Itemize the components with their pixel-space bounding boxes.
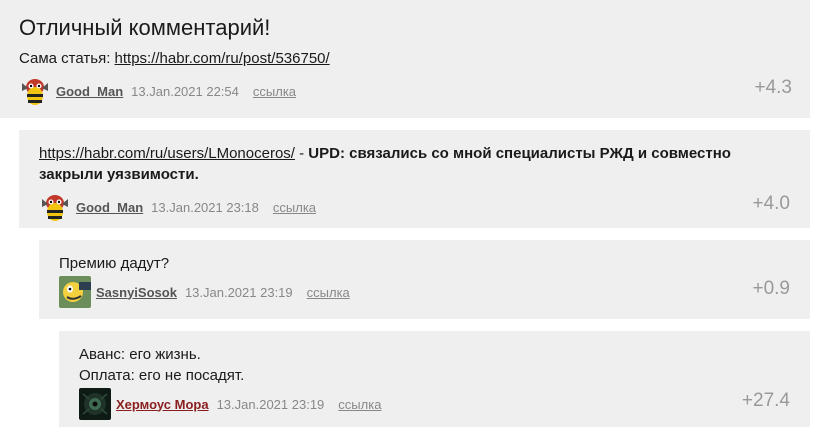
article-link[interactable]: https://habr.com/ru/post/536750/ bbox=[115, 50, 330, 67]
comment-meta: Good_Man 13.Jan.2021 22:54 ссылка +4.3 bbox=[19, 75, 792, 107]
comment-body: Аванс: его жизнь. Оплата: его не посадят… bbox=[79, 344, 790, 386]
comment-line: Аванс: его жизнь. bbox=[79, 346, 201, 363]
comment-date: 13.Jan.2021 23:18 bbox=[151, 199, 259, 215]
comment: Отличный комментарий! Сама статья: https… bbox=[0, 0, 810, 118]
comment-score: +4.0 bbox=[752, 193, 790, 214]
comment-title: Отличный комментарий! bbox=[19, 15, 271, 40]
username-link[interactable]: Good_Man bbox=[76, 200, 143, 215]
comment-text: Премию дадут? bbox=[59, 255, 170, 272]
permalink[interactable]: ссылка bbox=[273, 200, 316, 215]
permalink[interactable]: ссылка bbox=[307, 285, 350, 300]
user-profile-link[interactable]: https://habr.com/ru/users/LMonoceros/ bbox=[39, 145, 295, 162]
comment-score: +4.3 bbox=[754, 77, 792, 98]
comment-meta: Good_Man 13.Jan.2021 23:18 ссылка +4.0 bbox=[39, 191, 790, 223]
hornet-avatar-icon[interactable] bbox=[19, 75, 51, 107]
comment-meta: SasnyiSosok 13.Jan.2021 23:19 ссылка +0.… bbox=[59, 276, 790, 308]
username-link[interactable]: Good_Man bbox=[56, 84, 123, 99]
comment: https://habr.com/ru/users/LMonoceros/ - … bbox=[19, 130, 810, 228]
permalink[interactable]: ссылка bbox=[253, 84, 296, 99]
comment-line: Оплата: его не посадят. bbox=[79, 367, 245, 384]
comment: Аванс: его жизнь. Оплата: его не посадят… bbox=[59, 331, 810, 427]
eye-avatar-icon[interactable] bbox=[79, 388, 111, 420]
comment-date: 13.Jan.2021 23:19 bbox=[184, 284, 293, 300]
username-link[interactable]: SasnyiSosok bbox=[96, 285, 177, 300]
comment-text: Сама статья: bbox=[19, 50, 115, 67]
comment-date: 13.Jan.2021 23:19 bbox=[216, 396, 325, 412]
cartoon-avatar-icon[interactable] bbox=[59, 276, 91, 308]
permalink[interactable]: ссылка bbox=[338, 397, 381, 412]
comment-meta: Хермоус Мора 13.Jan.2021 23:19 ссылка +2… bbox=[79, 388, 790, 420]
hornet-avatar-icon[interactable] bbox=[39, 191, 71, 223]
username-link[interactable]: Хермоус Мора bbox=[116, 397, 209, 412]
comment-score: +27.4 bbox=[741, 390, 790, 411]
separator: - bbox=[294, 145, 309, 162]
comment-body: https://habr.com/ru/users/LMonoceros/ - … bbox=[39, 143, 790, 185]
comment: Премию дадут? SasnyiSosok 13.Jan.2021 23… bbox=[39, 240, 810, 319]
comment-date: 13.Jan.2021 22:54 bbox=[131, 83, 239, 99]
comment-score: +0.9 bbox=[752, 278, 790, 299]
comment-body: Сама статья: https://habr.com/ru/post/53… bbox=[19, 48, 792, 69]
